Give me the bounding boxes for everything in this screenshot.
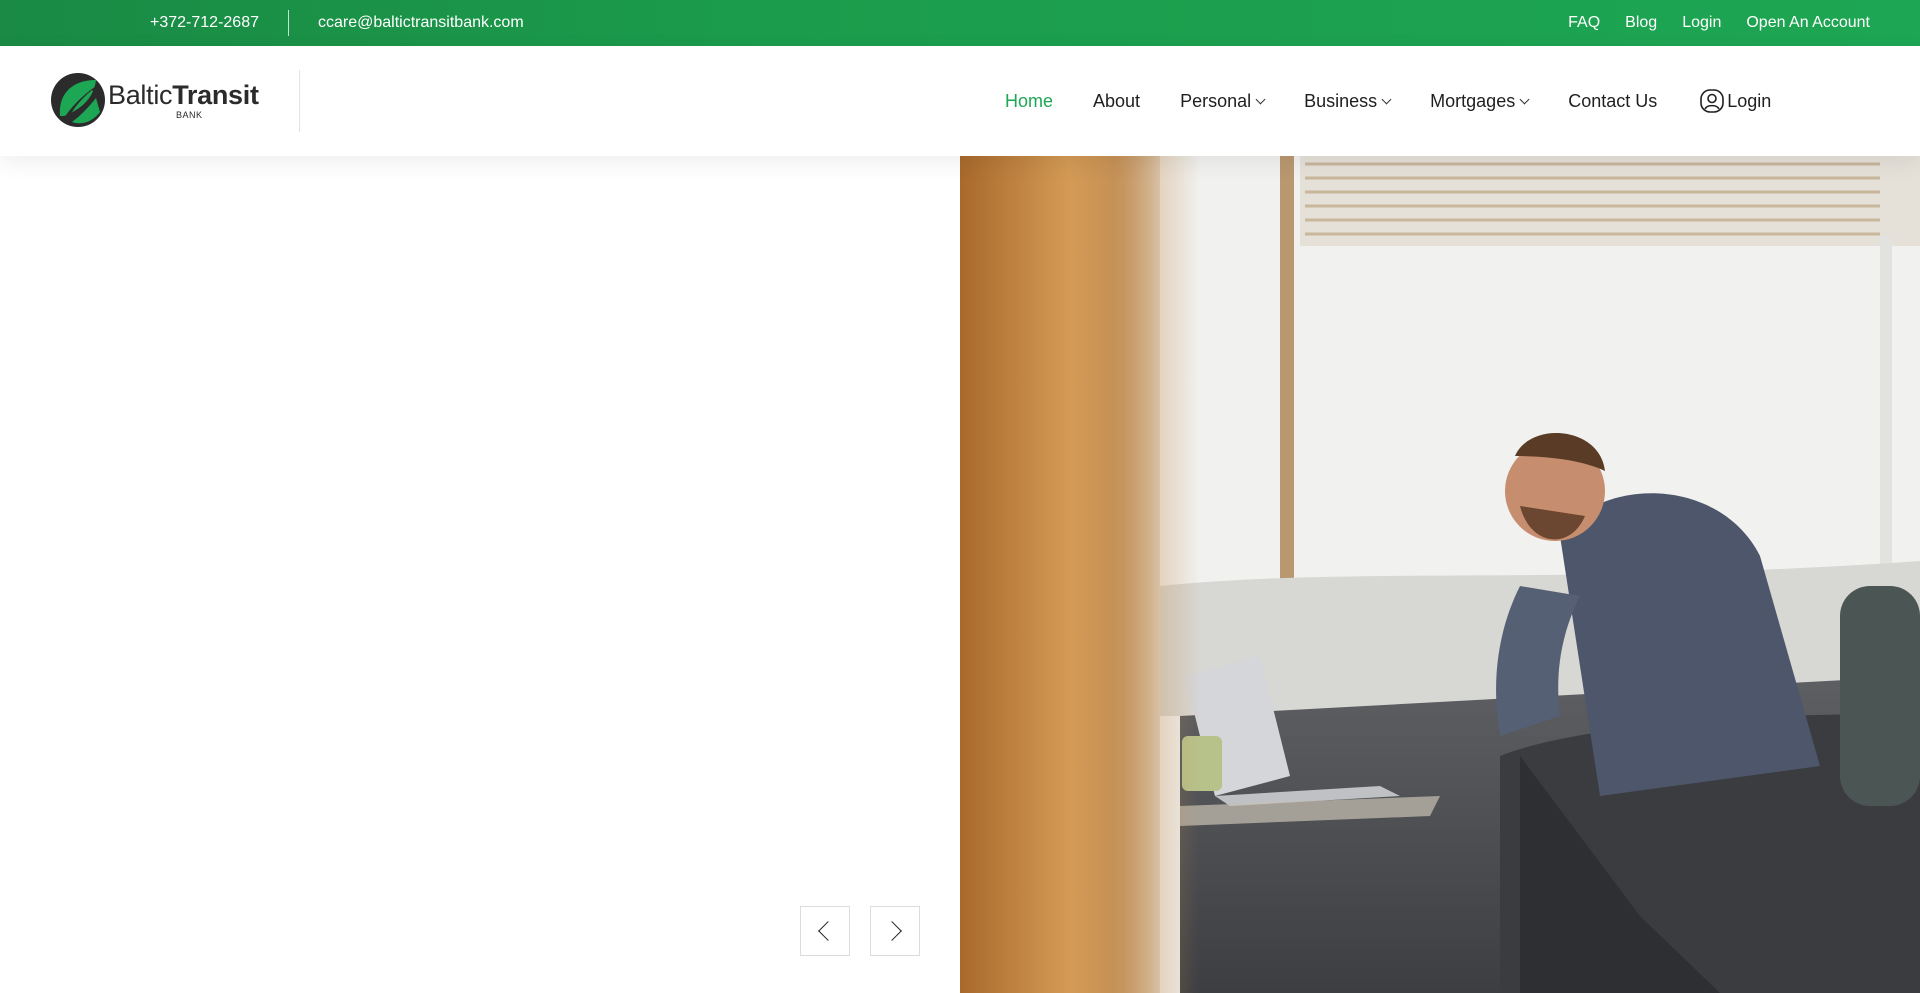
logo-name-light: Baltic <box>108 80 173 110</box>
man-laptop-photo <box>960 156 1920 993</box>
topbar-links: FAQ Blog Login Open An Account <box>1568 14 1870 32</box>
main-header: BalticTransit BANK Home About Personal B… <box>0 46 1920 156</box>
logo-subtitle: BANK <box>176 110 203 120</box>
nav-label: Contact Us <box>1568 90 1658 111</box>
nav-label: Mortgages <box>1430 90 1516 111</box>
nav-home[interactable]: Home <box>1005 91 1053 112</box>
chevron-left-icon <box>818 921 838 941</box>
email-link[interactable]: ccare@baltictransitbank.com <box>318 14 524 32</box>
nav-label: Home <box>1005 90 1054 111</box>
logo-name-bold: Transit <box>172 80 259 110</box>
chevron-right-icon <box>882 921 902 941</box>
chevron-down-icon <box>1255 94 1266 104</box>
topbar-divider <box>288 10 289 36</box>
phone-number-link[interactable]: +372-712-2687 <box>150 14 259 32</box>
nav-label: Personal <box>1180 90 1252 111</box>
nav-contact-us[interactable]: Contact Us <box>1568 91 1657 112</box>
topbar-login-link[interactable]: Login <box>1682 14 1721 32</box>
nav-personal[interactable]: Personal <box>1180 90 1266 112</box>
logo-leaf-icon <box>51 73 105 127</box>
nav-business[interactable]: Business <box>1304 90 1392 112</box>
top-bar: +372-712-2687 ccare@baltictransitbank.co… <box>0 0 1920 46</box>
slider-prev-button[interactable] <box>800 906 850 956</box>
logo-wordmark: BalticTransit <box>108 80 259 111</box>
slider-next-button[interactable] <box>870 906 920 956</box>
user-circle-icon <box>1700 89 1725 113</box>
nav-label: Business <box>1304 90 1378 111</box>
chevron-down-icon <box>1519 94 1530 104</box>
header-divider <box>299 70 300 132</box>
brand-logo[interactable]: BalticTransit BANK <box>50 72 270 130</box>
main-nav: Home About Personal Business Mortgages C… <box>1005 46 1771 156</box>
nav-about[interactable]: About <box>1093 91 1140 112</box>
hero-text-panel <box>0 156 960 993</box>
hero-image <box>960 156 1920 993</box>
open-account-link[interactable]: Open An Account <box>1746 14 1870 32</box>
nav-label: About <box>1093 90 1141 111</box>
header-login-label: Login <box>1727 90 1772 111</box>
nav-mortgages[interactable]: Mortgages <box>1430 90 1530 112</box>
chevron-down-icon <box>1381 94 1392 104</box>
faq-link[interactable]: FAQ <box>1568 14 1600 32</box>
header-login-button[interactable]: Login <box>1699 88 1771 114</box>
blog-link[interactable]: Blog <box>1625 14 1657 32</box>
